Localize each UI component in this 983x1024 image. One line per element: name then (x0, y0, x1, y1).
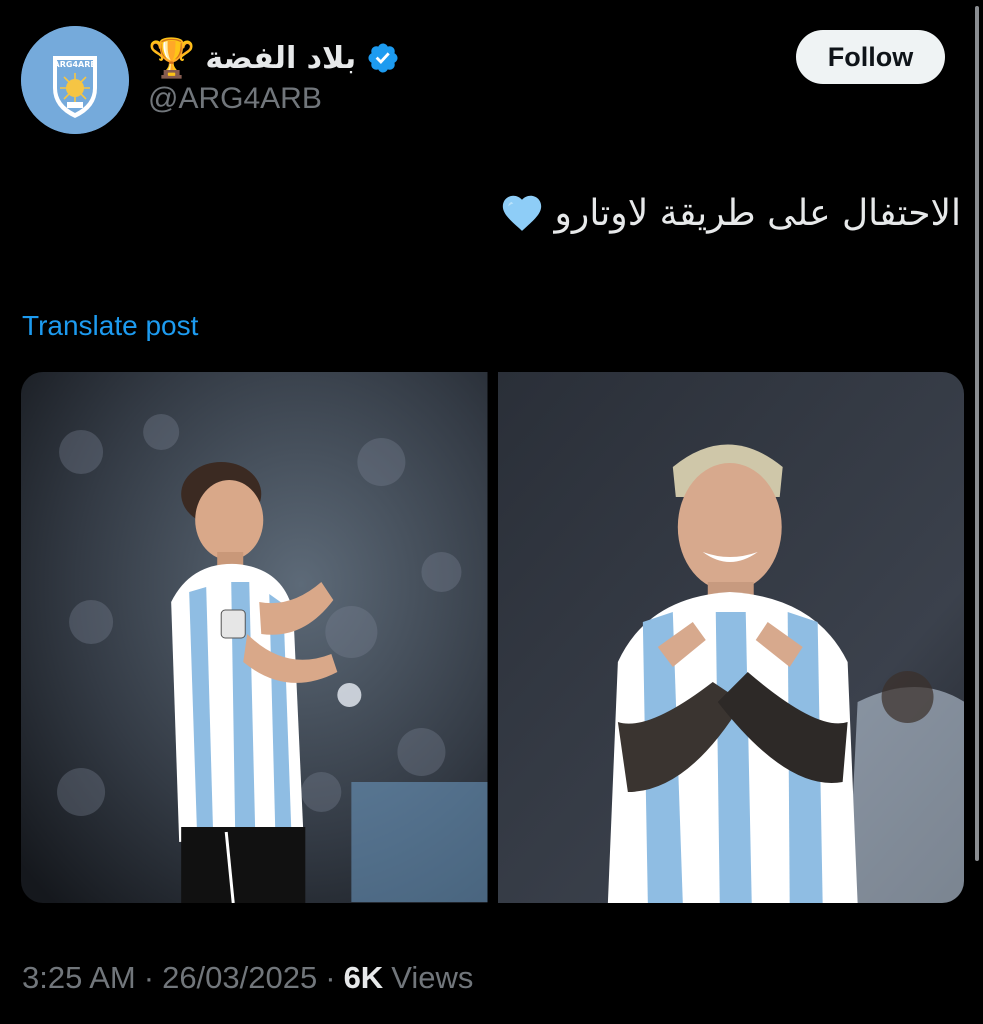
tweet-page: ARG4ARB 🏆 بلاد الفضة @ARG4ARB Follow الا… (0, 0, 983, 1024)
post-meta: 3:25 AM · 26/03/2025 · 6K Views (22, 960, 473, 996)
avatar[interactable]: ARG4ARB (21, 26, 129, 134)
meta-separator: · (325, 960, 336, 995)
views-label: Views (391, 960, 474, 995)
scrollbar[interactable] (975, 6, 979, 861)
photo-right[interactable] (497, 372, 964, 903)
photo-player-right-icon (497, 372, 964, 903)
post-date[interactable]: 26/03/2025 (162, 960, 317, 996)
author-handle[interactable]: @ARG4ARB (148, 82, 322, 116)
tweet-body: الاحتفال على طريقة لاوتارو (554, 192, 961, 234)
avatar-text: ARG4ARB (54, 60, 97, 69)
trophy-icon: 🏆 (148, 36, 196, 80)
follow-button[interactable]: Follow (796, 30, 945, 84)
views-count: 6K (343, 960, 384, 995)
meta-separator: · (143, 960, 155, 995)
tweet-text: الاحتفال على طريقة لاوتارو (499, 190, 961, 236)
translate-post-link[interactable]: Translate post (22, 310, 198, 342)
photo-left[interactable] (21, 372, 488, 903)
light-blue-heart-icon (502, 195, 541, 231)
media-grid (21, 372, 964, 903)
display-name[interactable]: بلاد الفضة (205, 41, 356, 76)
photo-player-left-icon (21, 372, 488, 903)
avatar-crest-icon: ARG4ARB (21, 26, 129, 134)
verified-badge-icon (368, 43, 398, 73)
post-time[interactable]: 3:25 AM (22, 960, 136, 996)
author-name-row[interactable]: 🏆 بلاد الفضة (148, 32, 400, 84)
